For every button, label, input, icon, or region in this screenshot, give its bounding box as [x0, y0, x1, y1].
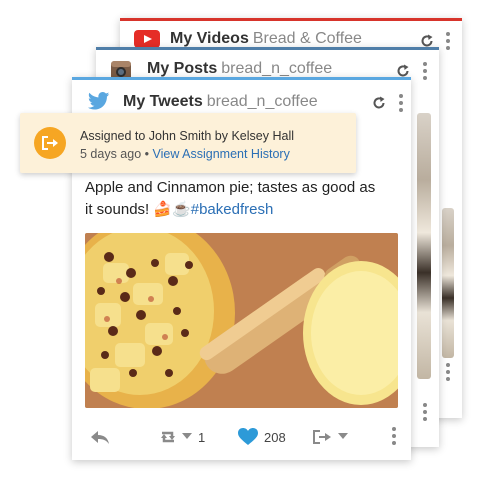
assignment-notification: Assigned to John Smith by Kelsey Hall 5 …	[20, 113, 356, 173]
assignment-message: Assigned to John Smith by Kelsey Hall	[80, 129, 294, 143]
card-title: My Tweets bread_n_coffee	[123, 93, 318, 111]
twitter-bird-icon	[88, 92, 110, 110]
youtube-icon	[134, 30, 160, 48]
card-title: My Videos Bread & Coffee	[170, 30, 362, 48]
more-menu-icon[interactable]	[446, 32, 450, 53]
assignment-meta: 5 days ago • View Assignment History	[80, 147, 290, 161]
stream-account: Bread & Coffee	[252, 30, 362, 47]
assignment-history-link[interactable]: View Assignment History	[153, 147, 290, 161]
reply-icon[interactable]	[90, 429, 110, 445]
chevron-down-icon	[338, 433, 348, 439]
stream-name: My Posts	[147, 60, 218, 77]
more-menu-icon[interactable]	[423, 403, 427, 424]
more-menu-icon[interactable]	[399, 94, 403, 115]
like-count: 208	[264, 429, 286, 445]
retweet-button[interactable]: 1	[158, 429, 205, 445]
assign-badge-icon	[34, 127, 66, 159]
refresh-icon[interactable]	[420, 34, 434, 48]
heart-icon	[238, 428, 258, 445]
apple-pie-photo[interactable]	[85, 233, 398, 408]
assign-button[interactable]	[312, 429, 348, 445]
assignment-age: 5 days ago	[80, 147, 142, 161]
stream-name: My Videos	[170, 30, 249, 47]
refresh-icon[interactable]	[372, 96, 386, 110]
meta-separator: •	[141, 147, 153, 161]
stream-name: My Tweets	[123, 93, 203, 110]
hashtag-link[interactable]: #bakedfresh	[191, 201, 274, 218]
retweet-icon	[161, 431, 175, 443]
assign-arrow-icon	[313, 430, 331, 444]
card-title: My Posts bread_n_coffee	[147, 60, 332, 78]
tweet-text: Apple and Cinnamon pie; tastes as good a…	[85, 177, 385, 221]
chevron-down-icon	[182, 433, 192, 439]
more-menu-icon[interactable]	[446, 363, 450, 384]
like-button[interactable]: 208	[238, 428, 286, 445]
refresh-icon[interactable]	[396, 64, 410, 78]
more-menu-icon[interactable]	[392, 427, 396, 448]
tweet-emoji: 🍰☕	[153, 201, 191, 218]
post-image-edge	[417, 113, 431, 379]
retweet-count: 1	[198, 429, 206, 445]
more-menu-icon[interactable]	[423, 62, 427, 83]
stream-account: bread_n_coffee	[221, 60, 333, 77]
stream-account: bread_n_coffee	[206, 93, 318, 110]
post-image-edge	[442, 208, 454, 358]
